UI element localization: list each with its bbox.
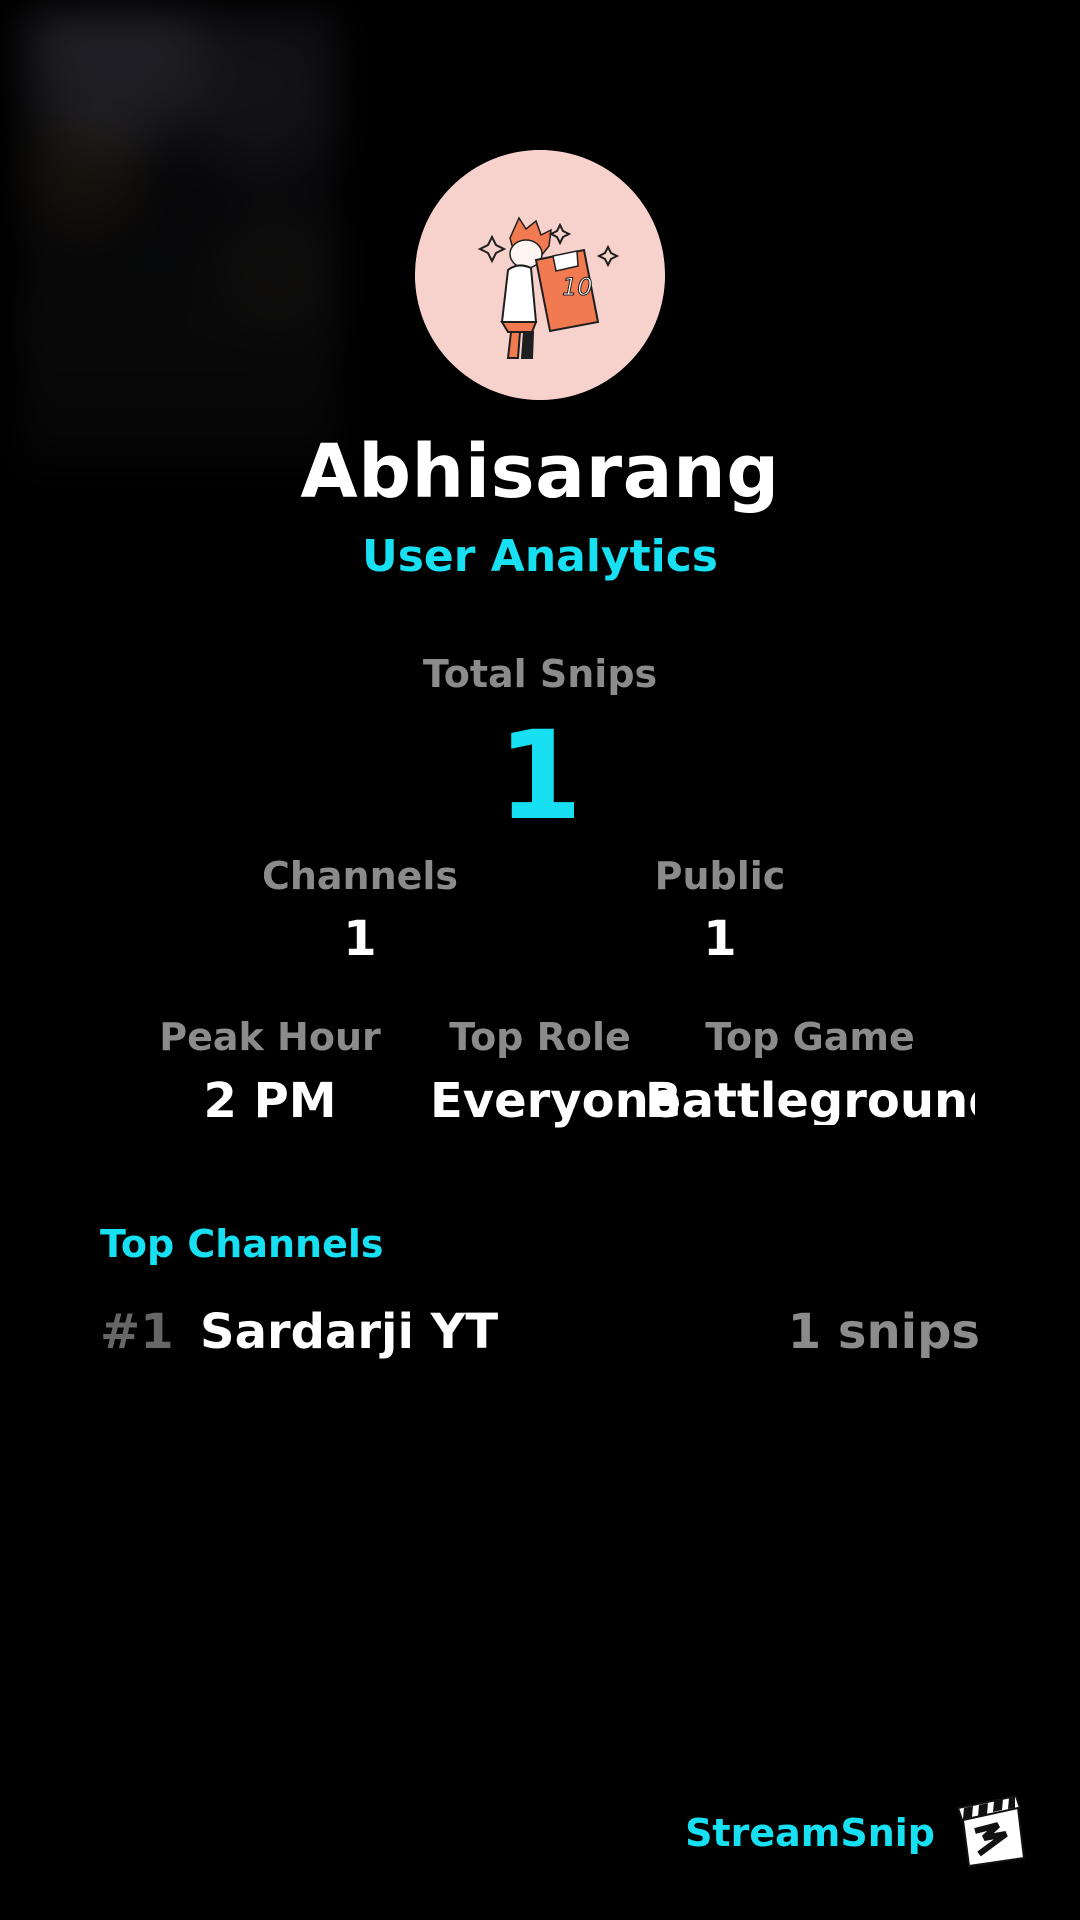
top-game-value: Battleground.. [645,1077,975,1125]
channel-snips-count: 1 snips [787,1304,980,1360]
avatar-icon: 10 [415,150,665,400]
channels-value: 1 [343,911,377,967]
clapperboard-icon [948,1790,1026,1868]
total-snips-value: 1 [497,705,583,847]
top-channel-row: #1 Sardarji YT 1 snips [100,1300,980,1370]
public-label: Public [654,854,786,898]
page-subtitle: User Analytics [362,531,718,582]
svg-text:10: 10 [562,273,593,301]
total-snips-label: Total Snips [422,652,658,696]
avatar: 10 [415,150,665,400]
channels-label: Channels [261,854,459,898]
channel-name: Sardarji YT [200,1304,499,1360]
top-role-label: Top Role [449,1015,631,1059]
channel-rank: #1 [100,1304,174,1360]
top-game-label: Top Game [705,1015,915,1059]
public-value: 1 [703,911,737,967]
peak-hour-label: Peak Hour [159,1015,381,1059]
background-blur [20,10,340,470]
brand-name: StreamSnip [685,1811,935,1855]
top-channels-title: Top Channels [100,1222,384,1266]
peak-hour-value: 2 PM [203,1073,337,1129]
top-role-value: Everyone [430,1073,682,1129]
page-title: Abhisarang [300,429,780,515]
